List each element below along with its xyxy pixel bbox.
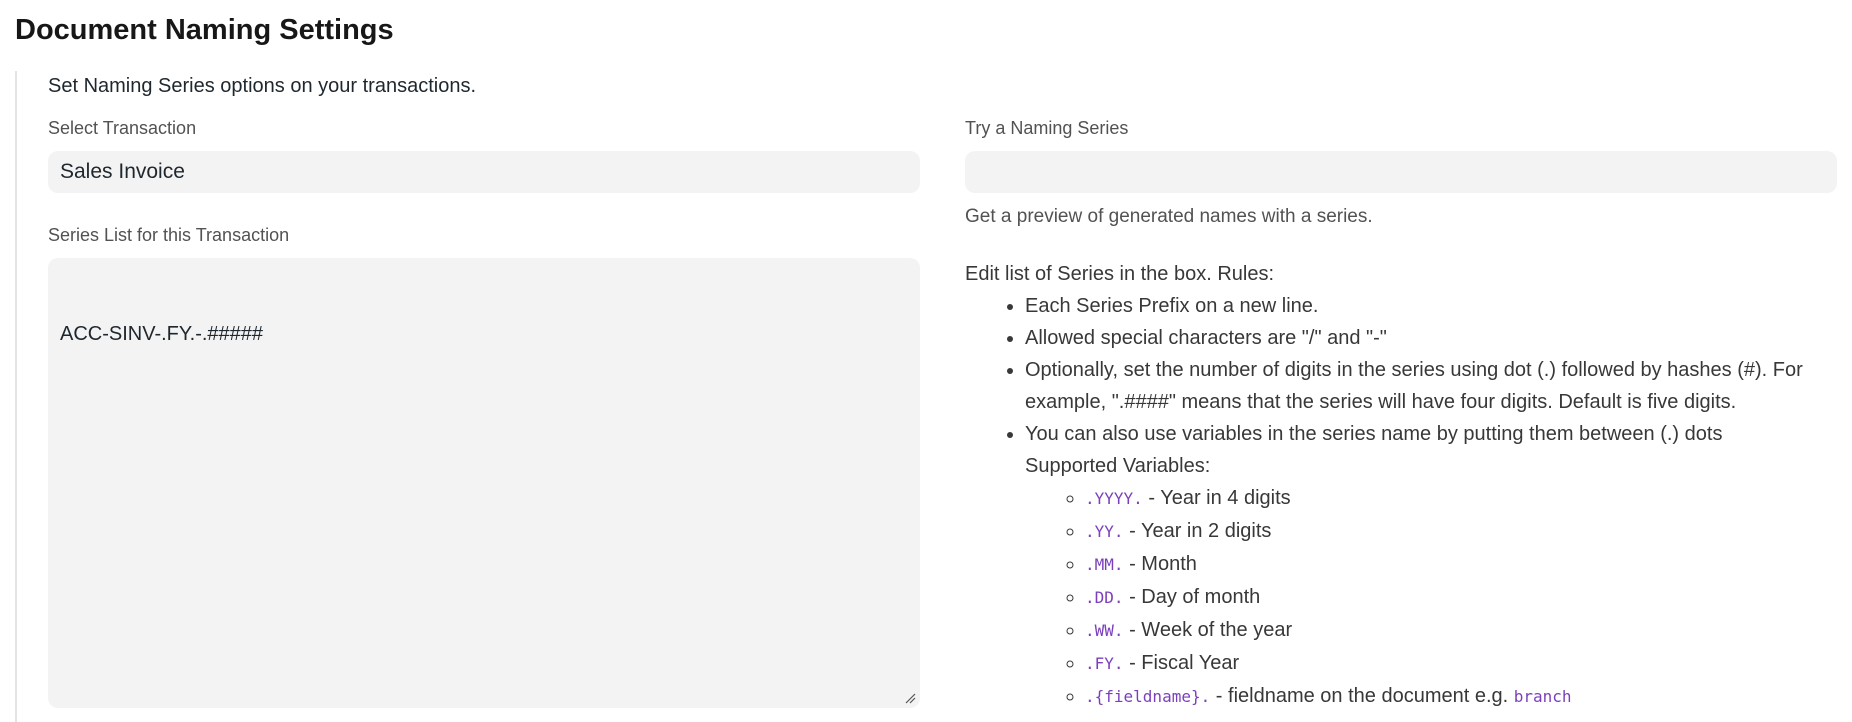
rule-item: Each Series Prefix on a new line. [1025,290,1852,322]
series-list-textarea[interactable] [48,258,920,708]
variable-code: .YY. [1085,522,1124,541]
variable-code: .YYYY. [1085,489,1143,508]
variables-list: .YYYY. - Year in 4 digits .YY. - Year in… [1025,482,1852,713]
variable-item-fieldname: .{fieldname}. - fieldname on the documen… [1085,680,1852,713]
section-description: Set Naming Series options on your transa… [48,75,476,97]
variable-desc: - Month [1123,553,1197,575]
variable-desc: - Fiscal Year [1123,652,1240,674]
select-transaction-label: Select Transaction [48,118,197,138]
series-list-label: Series List for this Transaction [48,225,290,245]
variable-code: .DD. [1085,588,1124,607]
variable-code: .WW. [1085,621,1124,640]
right-column: Try a Naming Series Get a preview of gen… [965,116,1852,713]
variables-intro: You can also use variables in the series… [1025,423,1723,445]
fieldname-example: branch [1513,687,1572,706]
variable-item: .WW. - Week of the year [1085,614,1852,647]
naming-rules: Edit list of Series in the box. Rules: E… [965,258,1852,713]
series-list-wrapper [48,258,920,708]
variable-desc: - Year in 4 digits [1142,487,1291,509]
variable-item: .YY. - Year in 2 digits [1085,515,1852,548]
resize-handle-icon[interactable] [904,692,916,704]
variable-code: .MM. [1085,555,1124,574]
variable-item: .MM. - Month [1085,548,1852,581]
naming-series-section: Set Naming Series options on your transa… [15,71,1852,722]
variable-item: .DD. - Day of month [1085,581,1852,614]
variable-code: .FY. [1085,654,1124,673]
variable-desc: - Year in 2 digits [1123,520,1272,542]
rules-list: Each Series Prefix on a new line. Allowe… [965,290,1852,713]
variable-desc: - fieldname on the document e.g. [1210,685,1514,707]
variable-item: .YYYY. - Year in 4 digits [1085,482,1852,515]
page-title: Document Naming Settings [15,14,394,46]
variable-desc: - Week of the year [1123,619,1293,641]
rules-title: Edit list of Series in the box. Rules: [965,263,1275,285]
supported-variables-label: Supported Variables: [1025,455,1211,477]
left-column: Select Transaction Sales Invoice Series … [48,116,920,708]
try-naming-series-help: Get a preview of generated names with a … [965,206,1373,227]
try-naming-series-input[interactable] [965,151,1837,193]
variable-code: .{fieldname}. [1085,687,1211,706]
select-transaction-field[interactable]: Sales Invoice [48,151,920,193]
rule-item: Optionally, set the number of digits in … [1025,354,1852,418]
naming-settings-page: Document Naming Settings Set Naming Seri… [0,0,1852,722]
select-transaction-value: Sales Invoice [60,160,185,183]
rule-item: Allowed special characters are "/" and "… [1025,322,1852,354]
variable-item: .FY. - Fiscal Year [1085,647,1852,680]
try-naming-series-label: Try a Naming Series [965,118,1129,138]
variable-desc: - Day of month [1123,586,1261,608]
rule-item-variables: You can also use variables in the series… [1025,418,1852,713]
